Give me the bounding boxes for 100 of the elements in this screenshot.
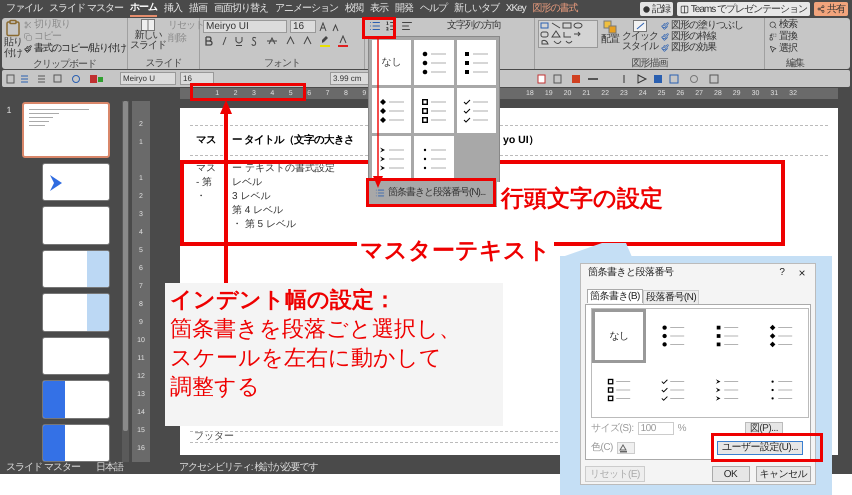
- ribbon-tab[interactable]: 描画: [188, 2, 207, 16]
- cancel-button[interactable]: キャンセル: [756, 466, 811, 482]
- status-view[interactable]: スライド マスター: [6, 462, 80, 474]
- slide-thumbnail[interactable]: [42, 206, 110, 245]
- status-accessibility[interactable]: アクセシビリティ: 検討が必要です: [178, 462, 318, 474]
- group-label: スライド: [144, 58, 182, 69]
- group-label: 図形描画: [630, 58, 669, 69]
- paintbrush-icon: [24, 45, 32, 53]
- scrollbar-thumb[interactable]: [123, 101, 128, 431]
- slide-title: ー タイトル（文字の大きさ: [232, 132, 355, 148]
- size-label: サイズ(S):: [591, 422, 634, 436]
- ribbon-tab[interactable]: 校閲: [344, 2, 363, 16]
- text-direction-button[interactable]: 文字列の方向: [447, 20, 501, 32]
- status-language[interactable]: 日本語: [96, 462, 123, 474]
- ribbon-tab[interactable]: アニメーション: [274, 2, 338, 16]
- body-text-line: レベル: [232, 176, 262, 190]
- font-color-icon[interactable]: [338, 35, 348, 47]
- slide-thumbnail[interactable]: [42, 250, 110, 288]
- teams-icon: [680, 4, 689, 14]
- ribbon-tab[interactable]: 表示: [370, 2, 388, 16]
- font-family-field[interactable]: Meiryo U: [120, 72, 176, 85]
- font-family-field[interactable]: Meiryo UI: [203, 20, 287, 33]
- slide-layout-icon: [141, 19, 155, 31]
- shape-format-command[interactable]: 図形の塗りつぶし: [661, 20, 743, 31]
- body-text-line: 3 レベル: [232, 190, 270, 204]
- bullet-option[interactable]: なし: [372, 40, 412, 85]
- bullet-option[interactable]: [414, 88, 454, 133]
- slide-number: 1: [5, 104, 12, 117]
- percent-label: %: [678, 422, 686, 436]
- ribbon-tab[interactable]: XKey: [506, 2, 526, 16]
- hollow-square-bullets-icon: [605, 376, 633, 404]
- ribbon-tab[interactable]: 図形の書式: [532, 2, 578, 16]
- clipboard-command[interactable]: 書式のコピー/貼り付け: [24, 43, 126, 55]
- pointer-icon: [769, 45, 777, 53]
- teams-present-button[interactable]: Teams でプレゼンテーション: [676, 2, 810, 16]
- bullet-option[interactable]: [456, 40, 496, 85]
- ribbon-tab[interactable]: ヘルプ: [420, 2, 447, 16]
- share-icon: [817, 5, 825, 13]
- body-text-line: - 第: [196, 176, 212, 190]
- ribbon-tab[interactable]: スライド マスター: [49, 2, 123, 16]
- customize-button[interactable]: ユーザー設定(U)...: [716, 440, 803, 454]
- indent-icon[interactable]: [401, 20, 413, 32]
- strikethrough-icon[interactable]: [266, 36, 278, 46]
- close-button[interactable]: ×: [798, 264, 805, 282]
- new-slide-button[interactable]: 新しい スライド: [130, 19, 166, 58]
- group-label: 編集: [785, 58, 806, 69]
- ok-button[interactable]: OK: [712, 466, 750, 482]
- editing-command[interactable]: 選択: [769, 43, 821, 55]
- ribbon-tab[interactable]: 開発: [394, 2, 413, 16]
- body-text-line: マス: [196, 162, 216, 176]
- shapes-gallery[interactable]: [538, 20, 598, 48]
- annotation-text: 調整する: [170, 373, 261, 401]
- italic-icon[interactable]: [221, 36, 227, 46]
- shape-format-command[interactable]: 図形の効果: [661, 42, 743, 53]
- highlight-frame: [362, 17, 396, 39]
- slide-thumbnail[interactable]: [42, 293, 110, 332]
- replace-icon: [769, 33, 777, 41]
- quick-style-button[interactable]: クイック スタイル: [622, 20, 658, 58]
- share-button[interactable]: 共有: [814, 2, 848, 16]
- slide-thumbnail[interactable]: [42, 424, 110, 462]
- dialog-tab[interactable]: 箇条書き(B): [587, 289, 643, 303]
- record-icon: [642, 6, 650, 12]
- slide-thumbnail[interactable]: [42, 380, 110, 419]
- shape-width-field[interactable]: 3.99 cm: [330, 72, 370, 85]
- bold-icon[interactable]: [205, 36, 213, 46]
- dialog-title: 箇条書きと段落番号: [588, 266, 674, 280]
- arrange-button[interactable]: 配置: [601, 20, 619, 58]
- record-button[interactable]: 記録: [640, 2, 673, 16]
- footer-text: フッター: [194, 432, 234, 442]
- ribbon-tab[interactable]: ファイル: [6, 2, 42, 16]
- editing-command[interactable]: 置換: [769, 31, 821, 43]
- bullet-option[interactable]: [372, 88, 412, 133]
- ribbon-tab[interactable]: 挿入: [164, 2, 182, 16]
- ribbon-tab[interactable]: 画面切り替え: [214, 2, 268, 16]
- scissors-icon: [24, 21, 32, 29]
- diamond-bullets-icon: [767, 322, 795, 350]
- body-text-line: ・ 第 5 レベル: [232, 218, 296, 232]
- logo-icon: [49, 174, 63, 192]
- slide-thumbnail[interactable]: [42, 336, 110, 376]
- body-text-line: 第 4 レベル: [232, 204, 284, 218]
- shape-format-command[interactable]: 図形の枠線: [661, 31, 743, 42]
- highlighter-icon[interactable]: [320, 35, 330, 47]
- quick-style-icon: [633, 20, 647, 32]
- slide-thumbnail[interactable]: [42, 162, 110, 202]
- dialog-tab[interactable]: 段落番号(N): [642, 290, 700, 304]
- bullet-option[interactable]: なし: [592, 309, 646, 363]
- underline-icon[interactable]: [235, 36, 243, 46]
- slide-thumbnail[interactable]: [22, 102, 110, 158]
- group-label: フォント: [263, 58, 301, 69]
- bullets-icon: [375, 188, 385, 198]
- help-button[interactable]: ?: [779, 265, 784, 280]
- color-picker-icon[interactable]: [616, 442, 635, 454]
- bullet-option[interactable]: [414, 40, 454, 85]
- paint-icon: [661, 44, 669, 52]
- ribbon-tab[interactable]: 新しいタブ: [454, 2, 499, 16]
- editing-command[interactable]: 検索: [769, 19, 821, 31]
- bullets-numbering-command[interactable]: 箇条書きと段落番号(N)...: [375, 184, 489, 201]
- paste-button[interactable]: 貼り付け: [4, 19, 22, 59]
- font-size-field[interactable]: 16: [290, 20, 316, 33]
- shadow-icon[interactable]: [251, 36, 258, 46]
